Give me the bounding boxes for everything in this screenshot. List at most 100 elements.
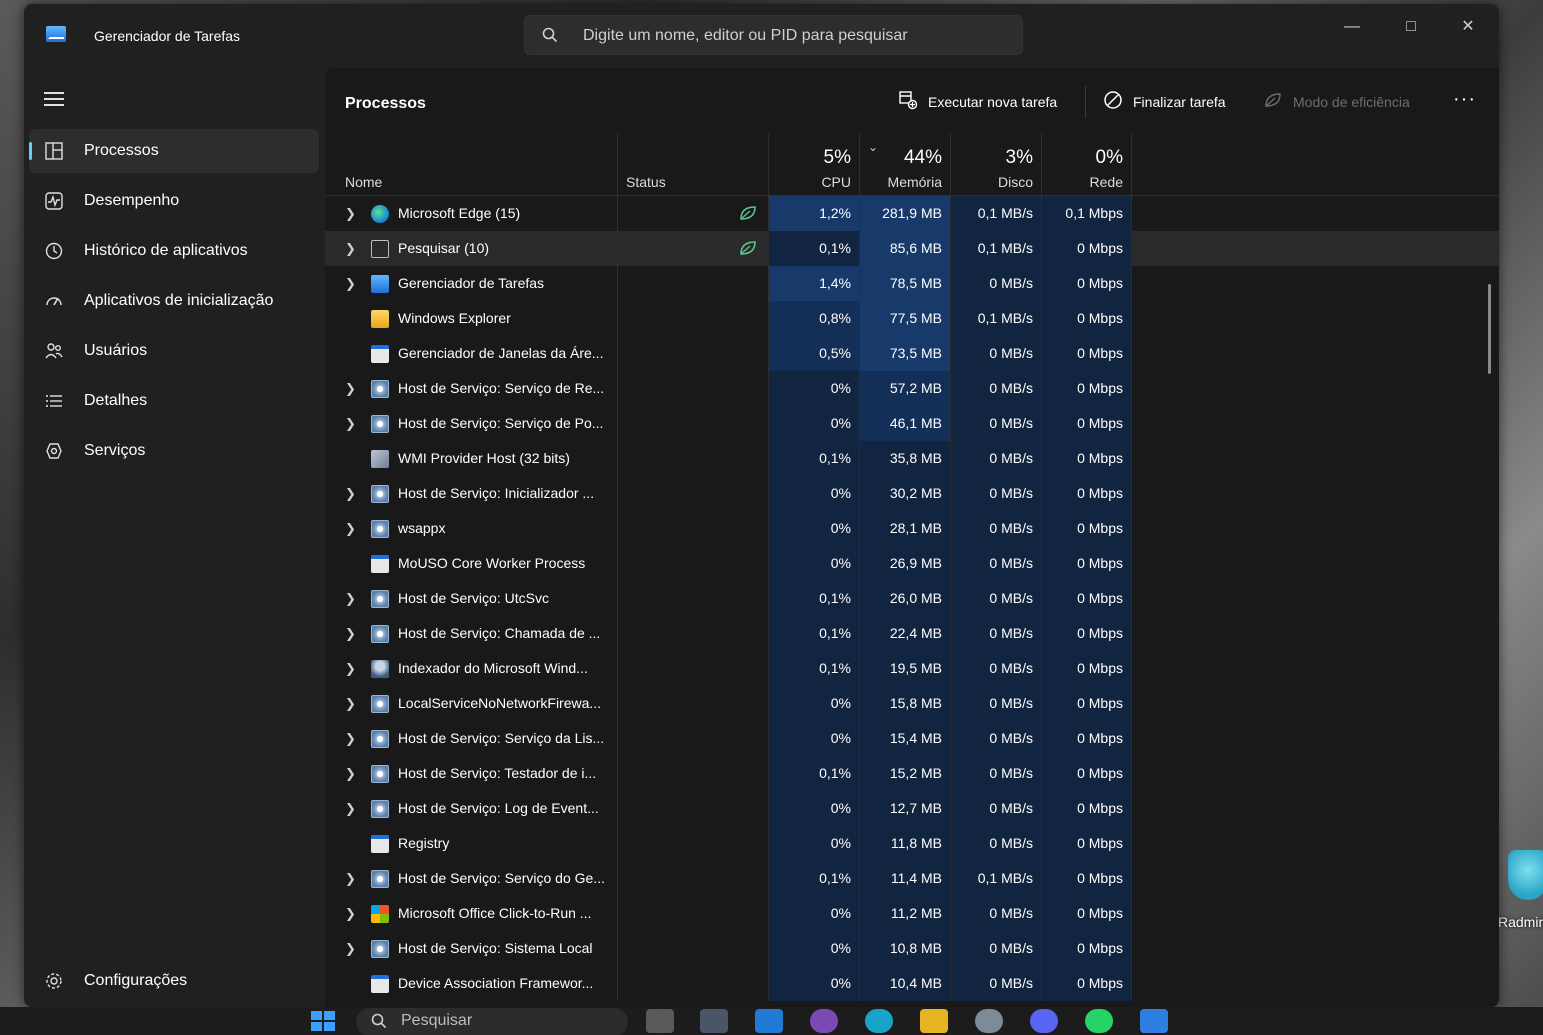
table-row[interactable]: ❯ Host de Serviço: Serviço da Lis... 0% 15,… (325, 721, 1499, 756)
column-network-header[interactable]: 0% Rede (1041, 134, 1132, 196)
table-row[interactable]: ❯ Microsoft Edge (15) 1,2% 281,9 MB 0,1 MB/s… (325, 196, 1499, 231)
task-view-icon[interactable] (646, 1009, 674, 1033)
sidebar-item-startup-apps[interactable]: Aplicativos de inicialização (29, 279, 319, 323)
expand-chevron-icon[interactable]: ❯ (345, 686, 359, 721)
discord-icon[interactable] (1030, 1009, 1058, 1033)
whatsapp-icon[interactable] (1085, 1009, 1113, 1033)
process-cpu: 0% (768, 476, 859, 511)
expand-chevron-icon[interactable]: ❯ (345, 756, 359, 791)
expand-chevron-icon[interactable]: ❯ (345, 371, 359, 406)
sidebar-item-services[interactable]: Serviços (29, 429, 319, 473)
expand-chevron-icon[interactable]: ❯ (345, 651, 359, 686)
table-row[interactable]: ❯ Gerenciador de Tarefas 1,4% 78,5 MB 0 MB/s… (325, 266, 1499, 301)
vscode-icon[interactable] (755, 1009, 783, 1033)
expand-chevron-icon[interactable]: ❯ (345, 406, 359, 441)
efficiency-mode-button[interactable]: Modo de eficiência (1263, 90, 1428, 114)
table-row[interactable]: WMI Provider Host (32 bits) 0,1% 35,8 MB 0 … (325, 441, 1499, 476)
table-row[interactable]: ❯ Host de Serviço: Serviço de Po... 0% 46,1… (325, 406, 1499, 441)
sidebar-item-settings[interactable]: Configurações (29, 959, 319, 1003)
table-row[interactable]: ❯ Host de Serviço: Inicializador ... 0% 30,… (325, 476, 1499, 511)
table-row[interactable]: Gerenciador de Janelas da Áre... 0,5% 73,5… (325, 336, 1499, 371)
end-task-button[interactable]: Finalizar tarefa (1103, 90, 1238, 114)
process-name: Windows Explorer (398, 310, 511, 326)
process-cpu: 0,1% (768, 581, 859, 616)
taskmgr-icon (371, 275, 389, 293)
table-row[interactable]: ❯ Pesquisar (10) 0,1% 85,6 MB 0,1 MB/s 0 Mbps (325, 231, 1499, 266)
expand-chevron-icon[interactable]: ❯ (345, 721, 359, 756)
table-row[interactable]: ❯ wsappx 0% 28,1 MB 0 MB/s 0 Mbps (325, 511, 1499, 546)
minimize-button[interactable]: — (1329, 12, 1375, 44)
table-row[interactable]: ❯ Host de Serviço: Chamada de ... 0,1% 22,4… (325, 616, 1499, 651)
sidebar-item-processes[interactable]: Processos (29, 129, 319, 173)
process-network: 0 Mbps (1041, 266, 1132, 301)
process-network: 0 Mbps (1041, 896, 1132, 931)
column-name-header[interactable]: Nome (325, 134, 617, 196)
process-disk: 0,1 MB/s (950, 861, 1041, 896)
more-options-button[interactable]: ··· (1453, 88, 1483, 112)
start-button[interactable] (309, 1009, 337, 1033)
maximize-button[interactable]: □ (1388, 12, 1434, 44)
process-cpu: 0% (768, 371, 859, 406)
table-row[interactable]: ❯ Host de Serviço: Serviço do Ge... 0,1% 11… (325, 861, 1499, 896)
taskbar: Pesquisar (0, 1007, 1543, 1035)
column-memory-header[interactable]: ⌄ 44% Memória (859, 134, 950, 196)
process-status (617, 651, 768, 686)
close-button[interactable]: ✕ (1445, 12, 1491, 44)
vertical-scrollbar[interactable] (1488, 284, 1491, 374)
expand-chevron-icon[interactable]: ❯ (345, 196, 359, 231)
column-status-header[interactable]: Status (617, 134, 768, 196)
expand-chevron-icon[interactable]: ❯ (345, 476, 359, 511)
task-manager-taskbar-icon[interactable] (1140, 1009, 1168, 1033)
expand-chevron-icon[interactable]: ❯ (345, 791, 359, 826)
file-explorer-icon[interactable] (920, 1009, 948, 1033)
search-icon (371, 1013, 387, 1029)
calculator-icon[interactable] (700, 1009, 728, 1033)
sidebar-item-performance[interactable]: Desempenho (29, 179, 319, 223)
run-new-task-button[interactable]: Executar nova tarefa (898, 90, 1068, 114)
expand-chevron-icon[interactable]: ❯ (345, 511, 359, 546)
sidebar-item-users[interactable]: Usuários (29, 329, 319, 373)
sidebar-item-app-history[interactable]: Histórico de aplicativos (29, 229, 319, 273)
column-disk-header[interactable]: 3% Disco (950, 134, 1041, 196)
edge-icon (371, 205, 389, 223)
process-cpu: 0% (768, 511, 859, 546)
process-name: Host de Serviço: Log de Event... (398, 800, 599, 816)
table-row[interactable]: MoUSO Core Worker Process 0% 26,9 MB 0 MB/s… (325, 546, 1499, 581)
page-title: Processos (345, 95, 426, 112)
expand-chevron-icon[interactable]: ❯ (345, 861, 359, 896)
service-gear-icon (371, 380, 389, 398)
search-input[interactable]: Digite um nome, editor ou PID para pesqu… (524, 15, 1023, 55)
hamburger-menu-icon[interactable] (44, 92, 64, 108)
expand-chevron-icon[interactable]: ❯ (345, 581, 359, 616)
process-status (617, 826, 768, 861)
table-row[interactable]: ❯ Host de Serviço: Testador de i... 0,1% 15… (325, 756, 1499, 791)
table-row[interactable]: Windows Explorer 0,8% 77,5 MB 0,1 MB/s 0 Mbp… (325, 301, 1499, 336)
table-row[interactable]: ❯ Host de Serviço: Sistema Local 0% 10,8 MB… (325, 931, 1499, 966)
taskbar-search[interactable]: Pesquisar (356, 1008, 628, 1035)
expand-chevron-icon[interactable]: ❯ (345, 266, 359, 301)
wmi-icon (371, 450, 389, 468)
table-row[interactable]: ❯ Host de Serviço: Log de Event... 0% 12,7 … (325, 791, 1499, 826)
expand-chevron-icon[interactable]: ❯ (345, 896, 359, 931)
table-row[interactable]: Device Association Framewor... 0% 10,4 MB 0… (325, 966, 1499, 1001)
table-row[interactable]: ❯ Host de Serviço: UtcSvc 0,1% 26,0 MB 0 MB/… (325, 581, 1499, 616)
table-row[interactable]: Registry 0% 11,8 MB 0 MB/s 0 Mbps (325, 826, 1499, 861)
window-icon (371, 345, 389, 363)
sidebar: Processos Desempenho Histórico de aplica… (24, 68, 324, 1007)
table-row[interactable]: ❯ Indexador do Microsoft Wind... 0,1% 19,5 … (325, 651, 1499, 686)
column-cpu-header[interactable]: 5% CPU (768, 134, 859, 196)
github-desktop-icon[interactable] (810, 1009, 838, 1033)
edge-icon[interactable] (865, 1009, 893, 1033)
expand-chevron-icon[interactable]: ❯ (345, 931, 359, 966)
process-memory: 57,2 MB (859, 371, 950, 406)
settings-icon[interactable] (975, 1009, 1003, 1033)
expand-chevron-icon[interactable]: ❯ (345, 231, 359, 266)
table-row[interactable]: ❯ Host de Serviço: Serviço de Re... 0% 57,2… (325, 371, 1499, 406)
service-gear-icon (371, 520, 389, 538)
table-row[interactable]: ❯ Microsoft Office Click-to-Run ... 0% 11,2… (325, 896, 1499, 931)
sidebar-item-details[interactable]: Detalhes (29, 379, 319, 423)
desktop-shortcut[interactable]: Radmin (1498, 850, 1543, 940)
expand-chevron-icon[interactable]: ❯ (345, 616, 359, 651)
table-row[interactable]: ❯ LocalServiceNoNetworkFirewa... 0% 15,8 MB… (325, 686, 1499, 721)
services-icon (46, 443, 62, 459)
